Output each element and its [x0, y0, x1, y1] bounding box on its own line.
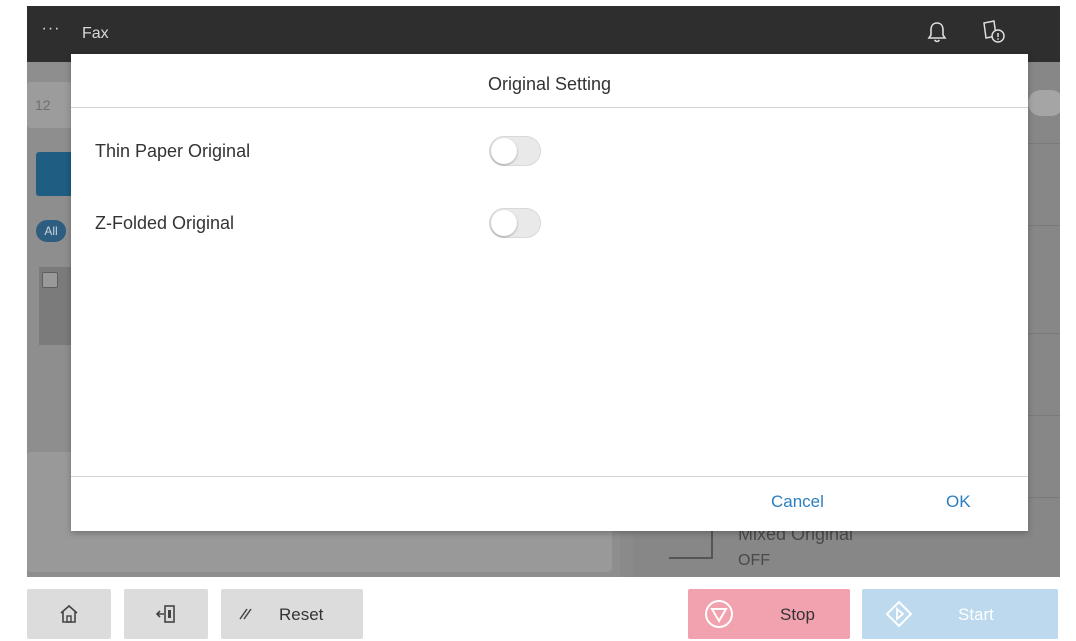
dialog-title: Original Setting — [71, 54, 1028, 108]
stop-button[interactable]: Stop — [688, 589, 850, 639]
home-button[interactable] — [27, 589, 111, 639]
app-title: Fax — [82, 25, 109, 42]
toggle-knob — [491, 210, 517, 236]
mixed-original-value: OFF — [738, 552, 770, 569]
reset-button[interactable]: Reset — [221, 589, 363, 639]
start-label: Start — [958, 605, 994, 624]
dialog-footer: Cancel OK — [71, 476, 1028, 531]
bell-icon[interactable] — [923, 18, 951, 46]
bottom-bar: Reset Stop Start — [0, 577, 1076, 641]
address-checkbox — [42, 272, 58, 288]
ok-button[interactable]: OK — [946, 492, 971, 512]
start-icon — [884, 599, 914, 629]
settings-toggle — [1028, 90, 1060, 116]
home-icon — [57, 602, 81, 626]
address-book-button — [36, 152, 76, 196]
stop-icon — [704, 599, 734, 629]
z-folded-original-label: Z-Folded Original — [95, 213, 235, 233]
destination-value: 12 — [35, 97, 51, 113]
reset-label: Reset — [279, 605, 324, 624]
original-setting-dialog: Original Setting Thin Paper Original Z-F… — [71, 54, 1028, 531]
stop-label: Stop — [780, 605, 815, 624]
z-folded-original-toggle[interactable] — [489, 208, 541, 238]
logout-icon — [154, 602, 178, 626]
notification-icon[interactable] — [978, 16, 1008, 46]
logout-button[interactable] — [124, 589, 208, 639]
filter-all-pill: All — [36, 220, 66, 242]
toggle-knob — [491, 138, 517, 164]
thin-paper-original-toggle[interactable] — [489, 136, 541, 166]
cancel-button[interactable]: Cancel — [771, 492, 824, 512]
more-menu-icon[interactable]: ··· — [39, 20, 63, 38]
thin-paper-original-label: Thin Paper Original — [95, 141, 251, 161]
start-button[interactable]: Start — [862, 589, 1058, 639]
reset-icon — [233, 602, 257, 626]
